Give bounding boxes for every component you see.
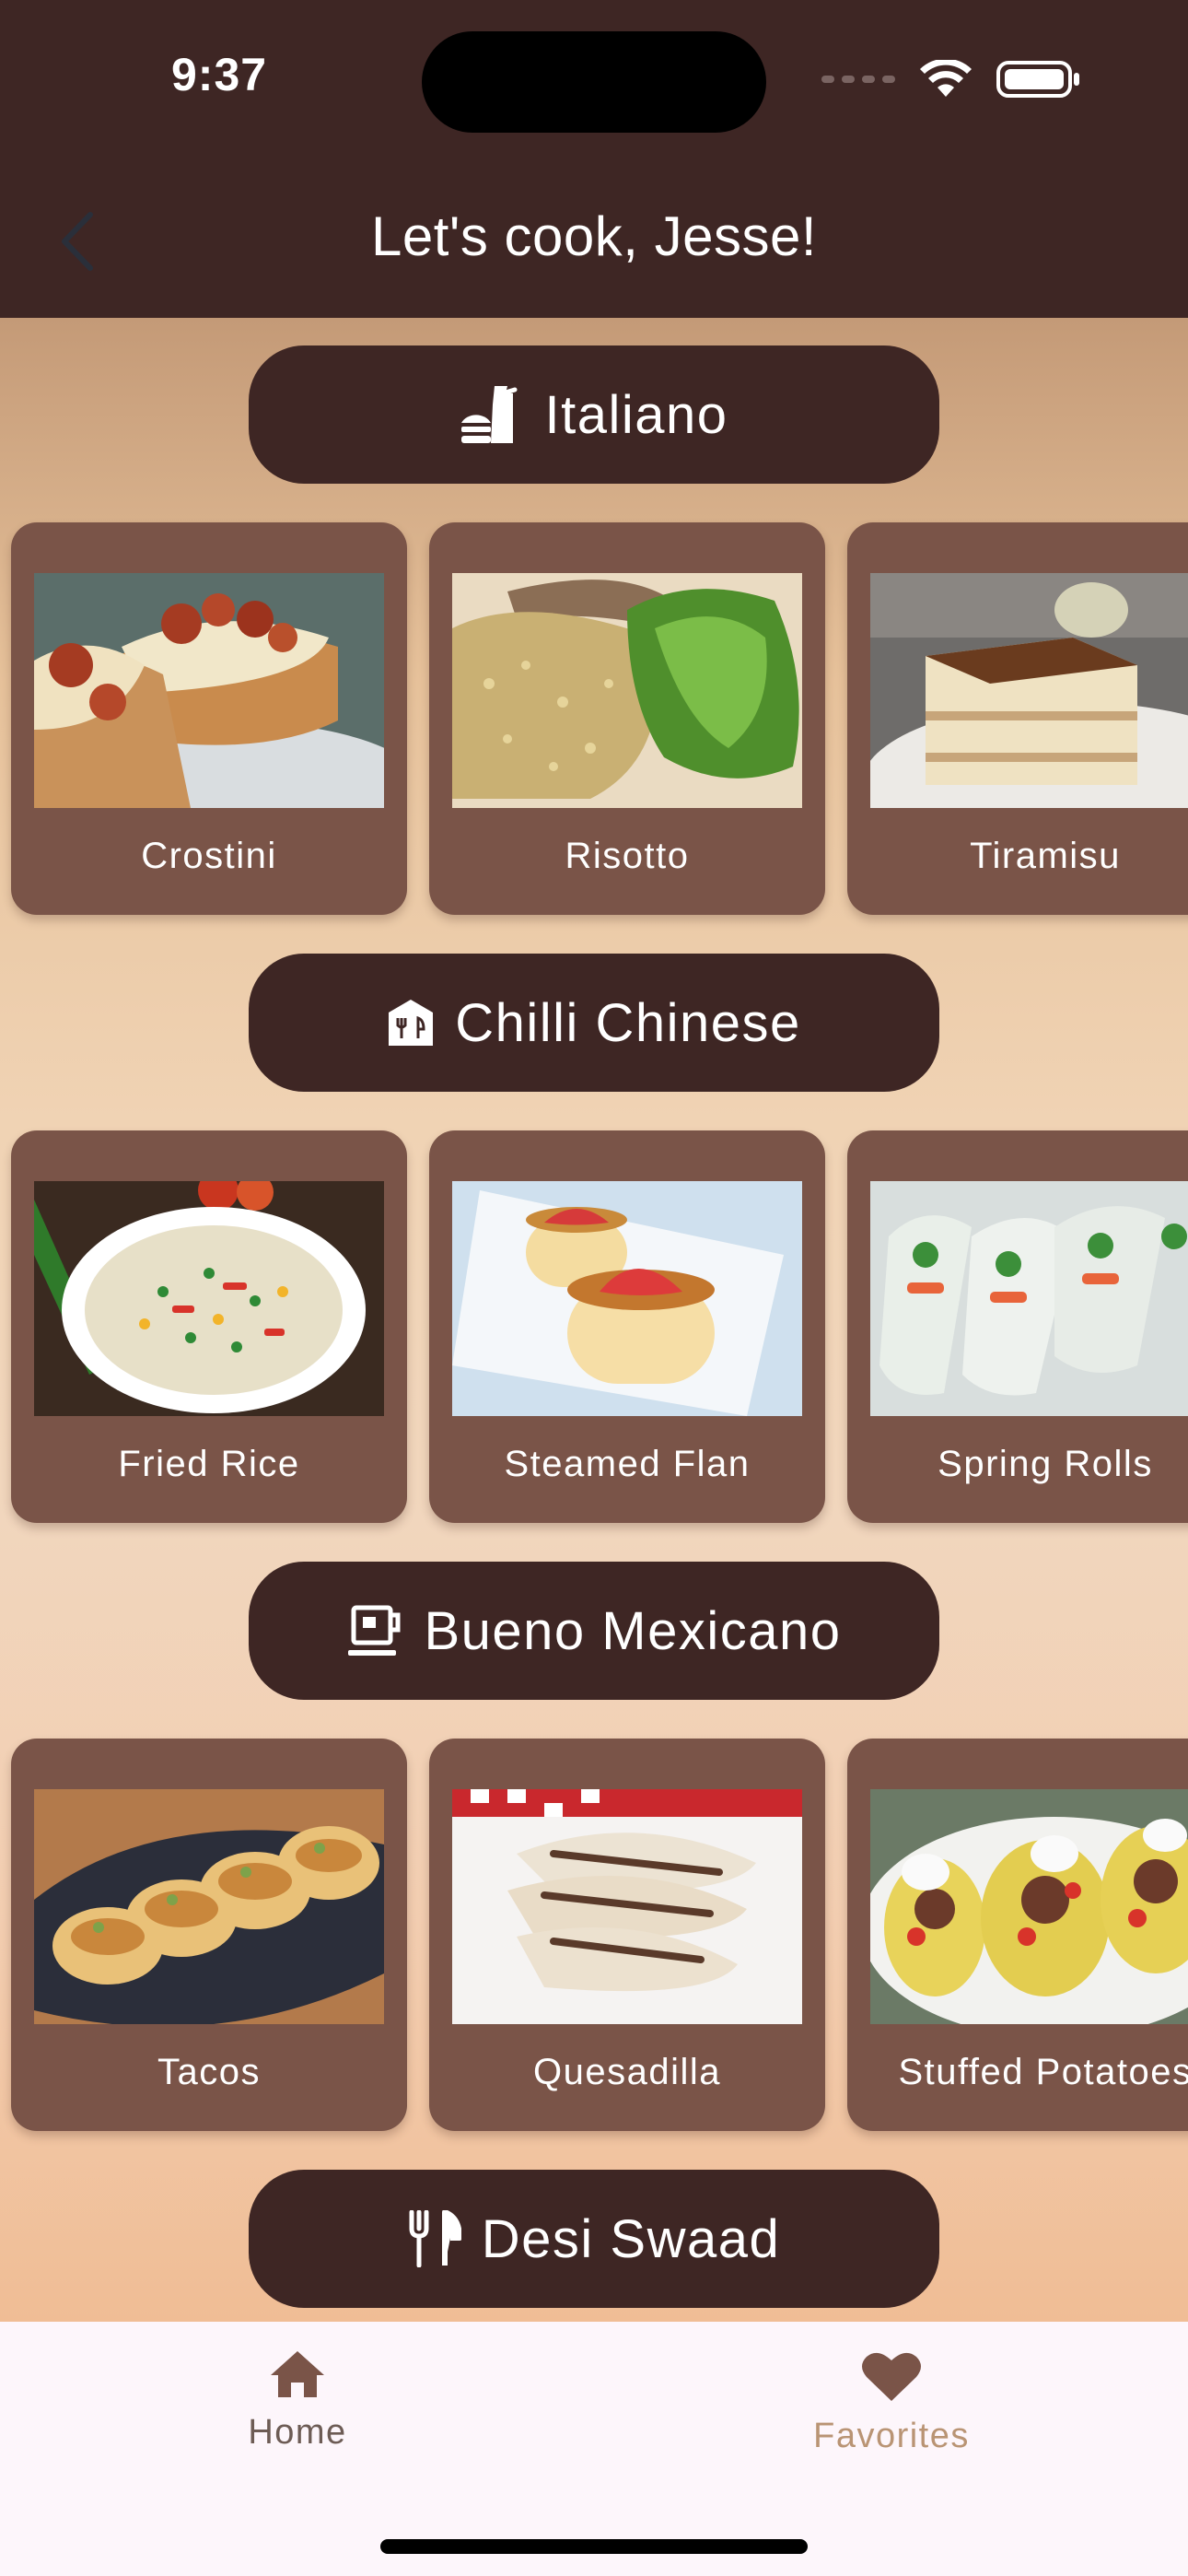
dish-image	[870, 1789, 1188, 2024]
app-header: 9:37 Let's cook, Jesse!	[0, 0, 1188, 318]
dish-name: Tacos	[157, 2052, 261, 2092]
section-button-chilli-chinese[interactable]: Chilli Chinese	[249, 954, 939, 1092]
dish-image	[452, 1181, 802, 1416]
dish-image	[34, 573, 384, 808]
dish-card-risotto[interactable]: Risotto	[429, 522, 825, 915]
dish-card-stuffed-potatoes[interactable]: Stuffed Potatoes	[847, 1739, 1188, 2131]
tab-home-label: Home	[248, 2413, 347, 2452]
dish-card-tacos[interactable]: Tacos	[11, 1739, 407, 2131]
dish-card-quesadilla[interactable]: Quesadilla	[429, 1739, 825, 2131]
section-button-desi-swaad[interactable]: Desi Swaad	[249, 2170, 939, 2308]
dish-name: Tiramisu	[970, 836, 1121, 876]
cellular-icon	[821, 76, 895, 83]
dish-image	[870, 1181, 1188, 1416]
recipe-list[interactable]: Italiano Crostini Risotto Tiramisu Chill…	[0, 318, 1188, 2322]
dish-image	[34, 1789, 384, 2024]
dish-name: Crostini	[141, 836, 277, 876]
section-title: Italiano	[544, 384, 728, 445]
dish-image	[870, 573, 1188, 808]
home-icon	[271, 2351, 324, 2397]
food-bag-icon	[461, 386, 518, 443]
tab-favorites-label: Favorites	[813, 2417, 970, 2455]
dish-card-spring-rolls[interactable]: Spring Rolls	[847, 1130, 1188, 1523]
dish-name: Risotto	[565, 836, 690, 876]
fork-knife-icon	[409, 2210, 461, 2267]
dish-name: Spring Rolls	[938, 1444, 1153, 1484]
status-time: 9:37	[171, 49, 268, 100]
dish-name: Steamed Flan	[504, 1444, 751, 1484]
home-indicator	[380, 2539, 808, 2554]
section-title: Chilli Chinese	[455, 992, 801, 1053]
dish-name: Quesadilla	[532, 2052, 721, 2092]
dish-image	[34, 1181, 384, 1416]
dish-card-crostini[interactable]: Crostini	[11, 522, 407, 915]
status-icons	[821, 59, 1081, 100]
section-title: Bueno Mexicano	[424, 1600, 842, 1661]
tab-favorites[interactable]: Favorites	[753, 2349, 1030, 2456]
dish-name: Stuffed Potatoes	[898, 2052, 1188, 2092]
dynamic-island	[422, 31, 766, 133]
dish-card-fried-rice[interactable]: Fried Rice	[11, 1130, 407, 1523]
dish-card-steamed-flan[interactable]: Steamed Flan	[429, 1130, 825, 1523]
dish-card-tiramisu[interactable]: Tiramisu	[847, 522, 1188, 915]
heart-icon	[862, 2352, 921, 2401]
dish-image	[452, 1789, 802, 2024]
page-title: Let's cook, Jesse!	[370, 205, 818, 267]
coffee-cup-icon	[348, 1605, 401, 1656]
section-button-italiano[interactable]: Italiano	[249, 345, 939, 484]
bottom-tab-bar: Home Favorites	[0, 2322, 1188, 2576]
wifi-icon	[920, 60, 972, 97]
dish-name: Fried Rice	[118, 1444, 300, 1484]
section-title: Desi Swaad	[481, 2208, 781, 2269]
dish-image	[452, 573, 802, 808]
restaurant-house-icon	[389, 1000, 434, 1046]
battery-icon	[996, 61, 1079, 98]
tab-home[interactable]: Home	[159, 2349, 436, 2453]
section-button-bueno-mexicano[interactable]: Bueno Mexicano	[249, 1562, 939, 1700]
